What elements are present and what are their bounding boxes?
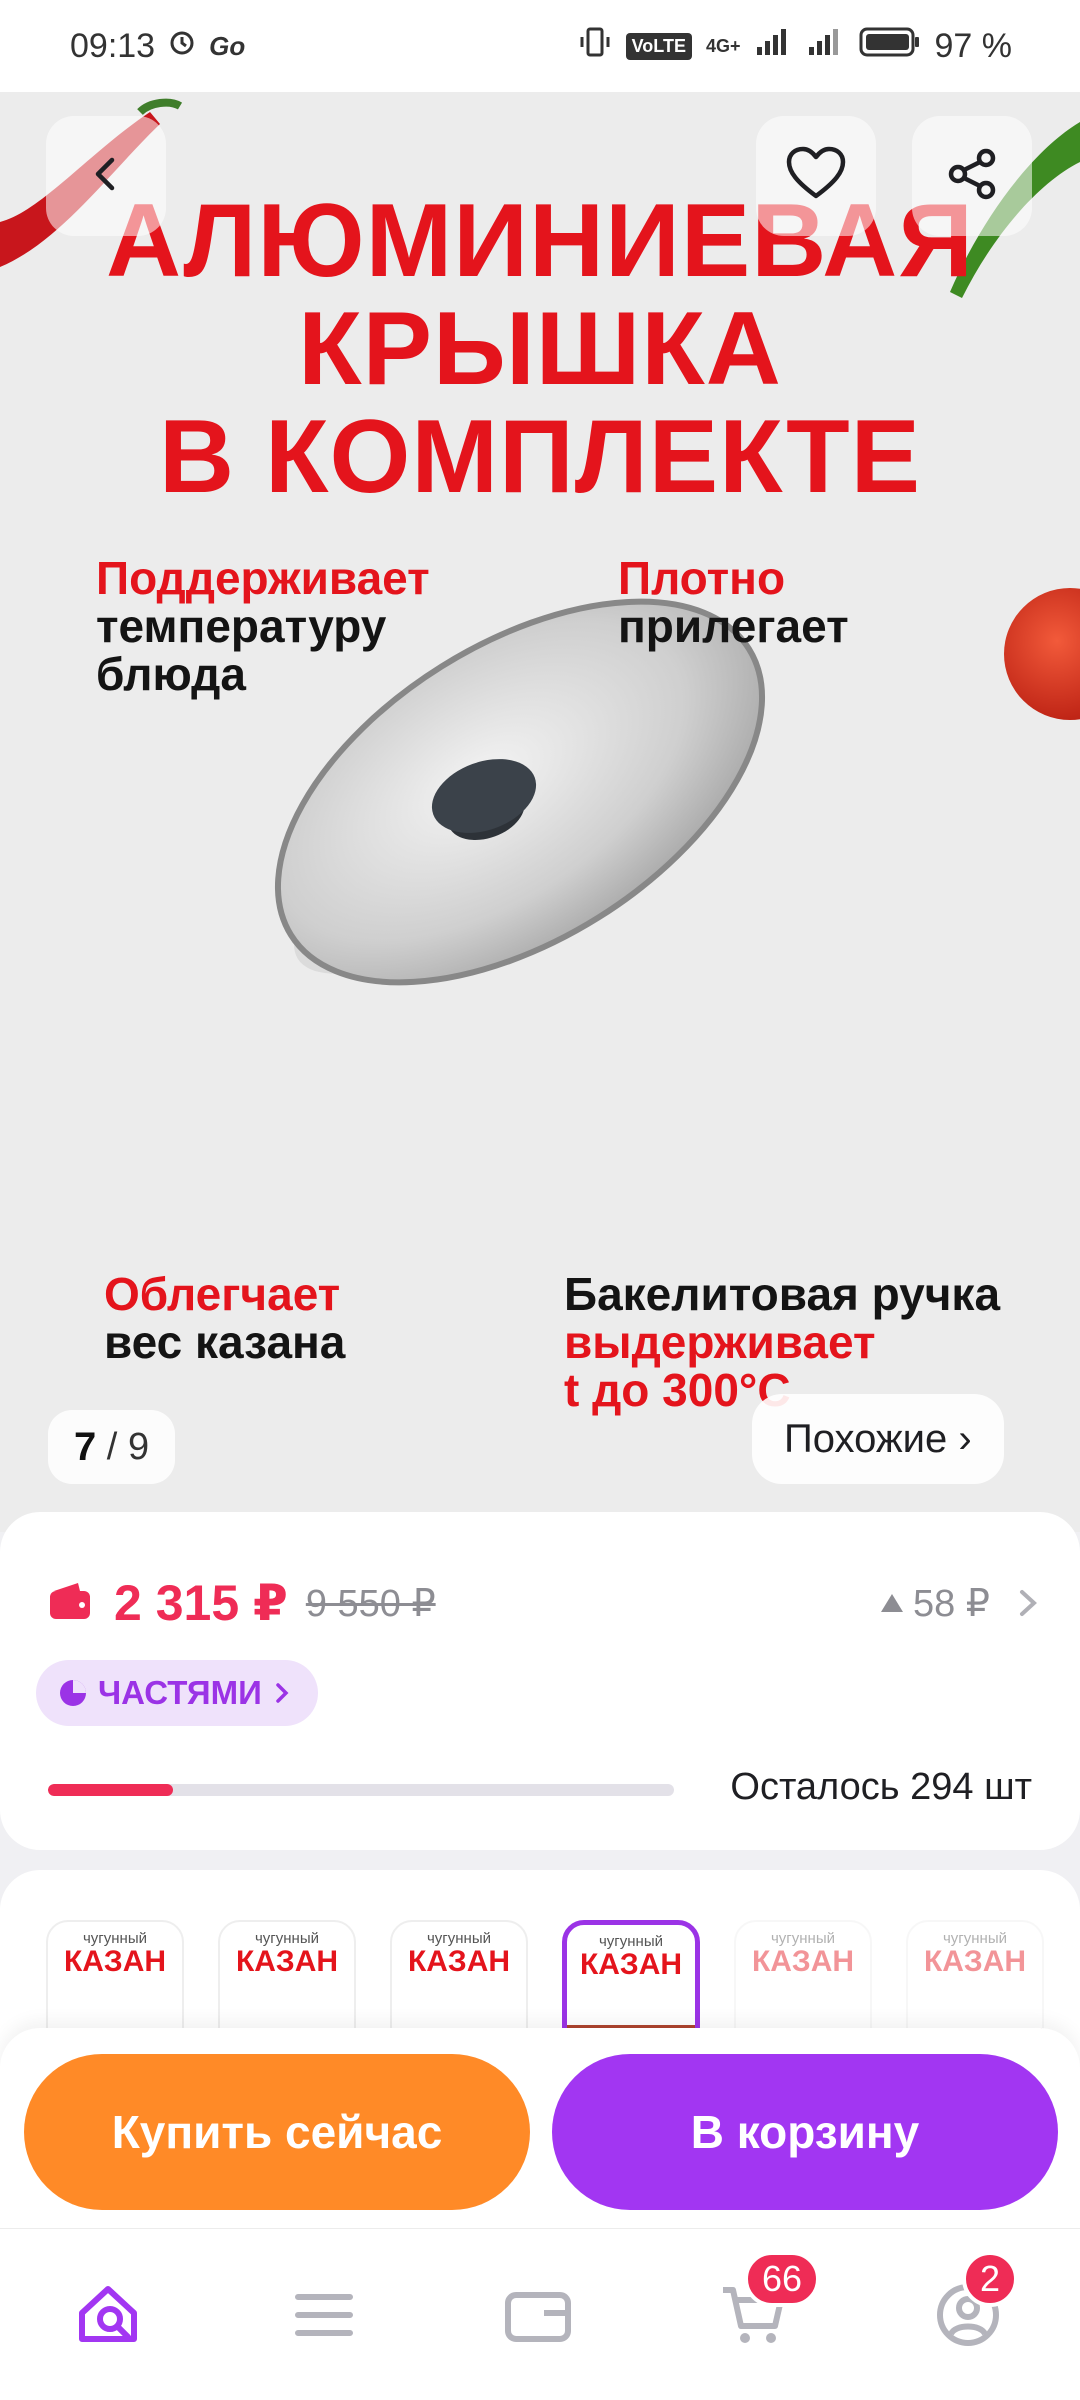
feature-weight: Облегчает вес казана	[104, 1270, 345, 1366]
similar-button[interactable]: Похожие ›	[752, 1394, 1004, 1484]
image-counter-separator: /	[96, 1425, 128, 1468]
signal-2-icon	[807, 27, 845, 66]
wallet-price-icon	[48, 1581, 92, 1626]
image-counter-total: 9	[127, 1425, 150, 1468]
heart-icon	[785, 146, 847, 207]
feature-fit: Плотно прилегает	[618, 554, 849, 650]
price-change-value: 58 ₽	[912, 1582, 990, 1625]
variant-title: КАЗАН	[63, 1945, 167, 1978]
stock-remaining: Осталось 294 шт	[730, 1766, 1032, 1808]
back-icon	[84, 152, 128, 201]
price-up-icon	[880, 1594, 903, 1612]
image-counter-current: 7	[74, 1424, 97, 1469]
cart-count-badge: 66	[744, 2251, 821, 2307]
variant-title: КАЗАН	[923, 1945, 1027, 1978]
buy-now-button[interactable]: Купить сейчас	[24, 2054, 530, 2210]
installments-chip[interactable]: ЧАСТЯМИ	[36, 1660, 318, 1726]
add-to-cart-button[interactable]: В корзину	[552, 2054, 1058, 2210]
chevron-right-icon	[1020, 1590, 1037, 1616]
catalog-icon	[295, 2294, 353, 2336]
status-bar: 09:13 Go VoLTE 4G+ 97 %	[0, 0, 1080, 92]
share-button[interactable]	[912, 116, 1032, 236]
bottom-navigation: 66 2	[0, 2228, 1080, 2400]
favorite-button[interactable]	[756, 116, 876, 236]
variant-title: КАЗАН	[235, 1945, 339, 1978]
pie-icon	[60, 1680, 86, 1706]
image-counter: 7 / 9	[48, 1410, 176, 1484]
stock-progress-fill	[48, 1784, 174, 1796]
feature-3-red: Облегчает	[104, 1268, 341, 1320]
price-card: 2 315 ₽ 9 550 ₽ 58 ₽ ЧАСТЯМИ Осталось 29…	[0, 1512, 1080, 1850]
battery-level: 97 %	[934, 26, 1013, 65]
network-type: 4G+	[705, 36, 741, 56]
battery-icon	[859, 26, 921, 67]
signal-icon	[755, 27, 793, 66]
wallet-icon	[505, 2292, 571, 2342]
share-icon	[944, 146, 1000, 207]
volte-badge: VoLTE	[625, 32, 692, 60]
product-image-gallery[interactable]: АЛЮМИНИЕВАЯ КРЫШКА В КОМПЛЕКТЕ Поддержив…	[0, 92, 1080, 1532]
back-button[interactable]	[46, 116, 166, 236]
feature-handle: Бакелитовая ручка выдерживает t до 300°C	[564, 1270, 1000, 1414]
image-headline: АЛЮМИНИЕВАЯ КРЫШКА В КОМПЛЕКТЕ	[0, 187, 1080, 511]
nav-profile[interactable]: 2	[928, 2251, 1018, 2355]
feature-2-text: прилегает	[618, 600, 849, 652]
feature-3-text: вес казана	[104, 1316, 346, 1368]
price-row: 2 315 ₽ 9 550 ₽ 58 ₽	[48, 1574, 1042, 1632]
nav-home[interactable]	[70, 2275, 150, 2355]
headline-line-3: В КОМПЛЕКТЕ	[158, 399, 922, 515]
feature-4-text: Бакелитовая ручка	[564, 1268, 1001, 1320]
nav-cart[interactable]: 66	[714, 2251, 821, 2355]
variant-title: КАЗАН	[407, 1945, 511, 1978]
nav-wallet[interactable]	[498, 2275, 578, 2355]
feature-2-red: Плотно	[618, 552, 786, 604]
variant-title: КАЗАН	[751, 1945, 855, 1978]
product-screen: 09:13 Go VoLTE 4G+ 97 % АЛЮМИНИЕВАЯ КРЫШ…	[0, 0, 1080, 2400]
action-bar: Купить сейчас В корзину	[0, 2028, 1080, 2228]
stock-progress-bar	[48, 1784, 674, 1796]
home-search-icon	[79, 2286, 137, 2342]
status-time: 09:13	[70, 26, 156, 65]
feature-1-red: Поддерживает	[96, 552, 430, 604]
alarm-icon	[167, 27, 197, 66]
installments-label: ЧАСТЯМИ	[98, 1674, 262, 1711]
profile-badge: 2	[962, 2251, 1018, 2307]
price-change[interactable]: 58 ₽	[879, 1581, 1042, 1626]
go-icon: Go	[209, 30, 246, 61]
feature-1-text: температуру блюда	[96, 600, 387, 700]
chevron-right-small-icon	[276, 1683, 289, 1703]
nav-catalog[interactable]	[284, 2275, 364, 2355]
feature-temperature: Поддерживает температуру блюда	[96, 554, 430, 698]
variant-title: КАЗАН	[579, 1948, 683, 1981]
vibrate-icon	[578, 25, 612, 68]
headline-line-2: КРЫШКА	[298, 291, 782, 407]
current-price: 2 315 ₽	[114, 1575, 288, 1631]
old-price: 9 550 ₽	[305, 1582, 436, 1625]
